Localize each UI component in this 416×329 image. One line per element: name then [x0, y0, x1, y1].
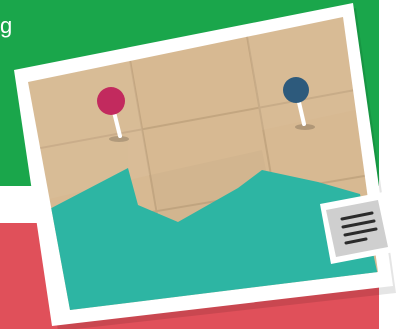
postcard-stamp [320, 192, 394, 264]
postcard-illustration [14, 3, 396, 329]
